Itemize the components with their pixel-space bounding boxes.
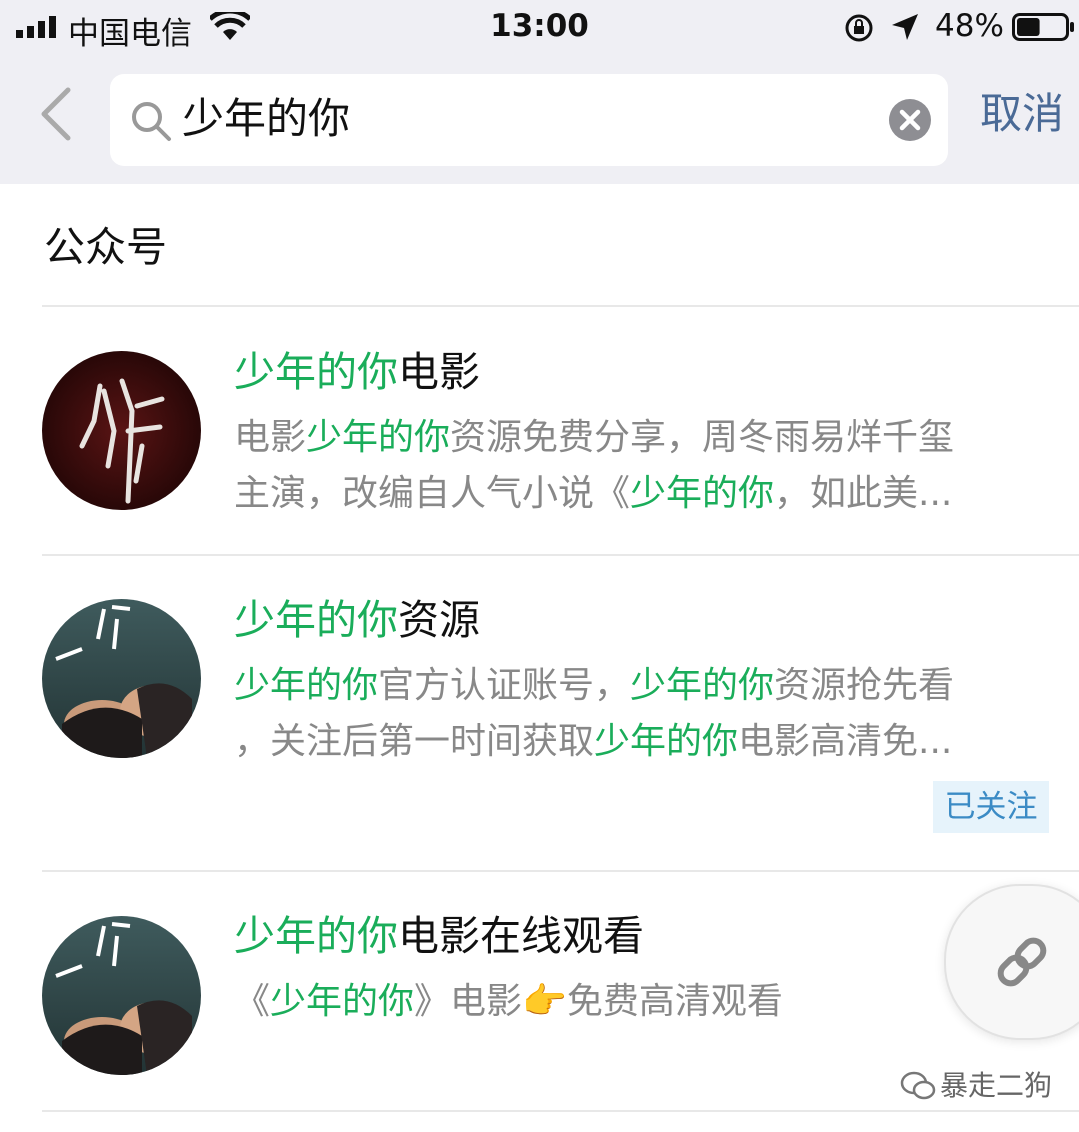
desc-text: 免费高清观看 (566, 981, 783, 1022)
result-desc-line: 电影少年的你资源免费分享，周冬雨易烊千玺 (234, 410, 1040, 466)
desc-highlight: 少年的你 (306, 417, 451, 458)
search-icon (132, 102, 171, 141)
rotation-lock-icon (845, 14, 873, 42)
desc-highlight: 少年的你 (234, 665, 379, 706)
wechat-icon (900, 1071, 936, 1100)
desc-text: 《 (234, 981, 271, 1022)
location-icon (892, 14, 918, 40)
divider (42, 305, 1079, 307)
watermark: 暴走二狗 (900, 1066, 1060, 1106)
result-desc-line: 《少年的你》电影👉免费高清观看 (234, 974, 1040, 1030)
desc-text: 电影高清免... (738, 721, 953, 762)
battery-percent: 48% (935, 8, 1004, 44)
desc-highlight: 少年的你 (630, 665, 775, 706)
title-highlight: 少年的你 (234, 596, 398, 644)
result-title: 少年的你资源 (234, 592, 480, 648)
floating-link-button[interactable] (944, 884, 1079, 1040)
search-input[interactable]: 少年的你 (110, 74, 948, 166)
desc-text: ，如此美... (774, 473, 953, 514)
clear-icon[interactable] (888, 98, 932, 142)
title-highlight: 少年的你 (234, 912, 398, 960)
desc-highlight: 少年的你 (270, 981, 415, 1022)
desc-highlight: 少年的你 (594, 721, 739, 762)
desc-text: 电影 (234, 417, 307, 458)
result-desc-line: 主演，改编自人气小说《少年的你，如此美... (234, 466, 1040, 522)
desc-text: 资源抢先看 (774, 665, 955, 706)
section-title: 公众号 (44, 223, 167, 271)
followed-badge: 已关注 (933, 781, 1049, 833)
divider (42, 554, 1079, 556)
title-rest: 电影在线观看 (398, 912, 644, 960)
pointing-hand-emoji: 👉 (522, 981, 567, 1022)
result-title: 少年的你电影 (234, 344, 480, 400)
back-chevron-icon[interactable] (38, 86, 74, 142)
watermark-text: 暴走二狗 (940, 1069, 1053, 1102)
result-desc-line: ，关注后第一时间获取少年的你电影高清免... (234, 714, 1040, 770)
account-avatar (42, 916, 201, 1075)
cancel-button[interactable]: 取消 (980, 86, 1064, 142)
divider (42, 1110, 1079, 1112)
result-title: 少年的你电影在线观看 (234, 908, 644, 964)
battery-icon (1012, 13, 1074, 41)
title-highlight: 少年的你 (234, 348, 398, 396)
desc-text: 》电影 (414, 981, 523, 1022)
desc-text: 主演，改编自人气小说《 (234, 473, 631, 514)
title-rest: 电影 (398, 348, 480, 396)
account-avatar (42, 351, 201, 510)
account-avatar (42, 599, 201, 758)
link-icon (997, 937, 1047, 987)
desc-highlight: 少年的你 (630, 473, 775, 514)
desc-text: 官方认证账号， (378, 665, 631, 706)
divider (42, 870, 1079, 872)
title-rest: 资源 (398, 596, 480, 644)
desc-text: ，关注后第一时间获取 (234, 721, 595, 762)
search-query: 少年的你 (182, 94, 351, 143)
desc-text: 资源免费分享，周冬雨易烊千玺 (450, 417, 955, 458)
status-bar: 中国电信 13:00 48% (0, 0, 1079, 56)
result-desc-line: 少年的你官方认证账号，少年的你资源抢先看 (234, 658, 1040, 714)
search-header: 少年的你 取消 (0, 56, 1079, 184)
